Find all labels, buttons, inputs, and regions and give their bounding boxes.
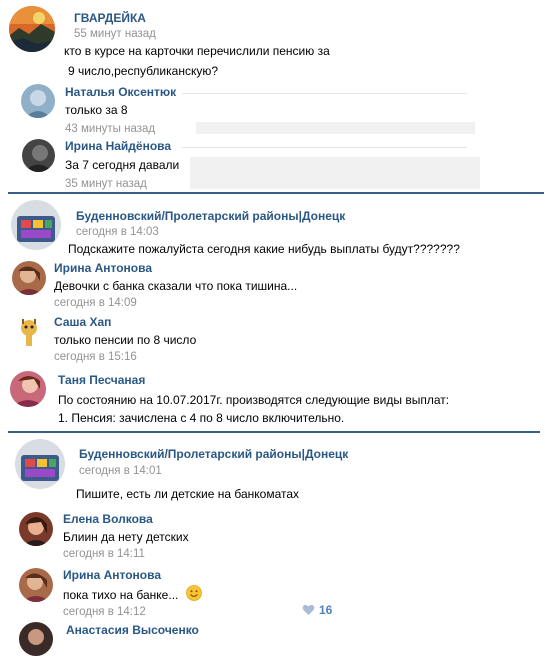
post-text: кто в курсе на карточки перечислили пенс… [64,44,330,58]
reply-time[interactable]: сегодня в 14:09 [54,297,137,309]
reply-time[interactable]: 35 минут назад [65,178,147,190]
reply-author[interactable]: Саша Хап [54,315,111,329]
avatar[interactable] [10,371,46,407]
avatar[interactable] [12,261,46,295]
avatar[interactable] [14,316,44,348]
post-time[interactable]: 55 минут назад [74,28,156,40]
reply-time[interactable]: сегодня в 14:12 [63,606,146,618]
reply-time[interactable]: 43 минуты назад [65,123,155,135]
reply-author[interactable]: Ирина Антонова [63,568,161,582]
reply-text: За 7 сегодня давали [65,158,180,172]
post-author[interactable]: Буденновский/Пролетарский районы|Донецк [76,209,345,223]
reply-author[interactable]: Ирина Антонова [54,261,152,275]
post-time[interactable]: сегодня в 14:01 [79,465,162,477]
post-text: Пишите, есть ли детские на банкоматах [76,487,300,501]
avatar-gvardeyka[interactable] [9,6,55,52]
avatar[interactable] [19,568,53,602]
background-patch [190,157,480,189]
reply-text: Девочки с банка сказали что пока тишина.… [54,279,298,293]
avatar[interactable] [22,139,55,172]
like-count: 16 [319,603,333,617]
post-text: 9 число,республиканскую? [68,64,218,78]
divider [182,93,467,94]
reply-text: По состоянию на 10.07.2017г. производятс… [58,393,450,407]
post-text: Подскажите пожалуйста сегодня какие нибу… [68,242,460,256]
post-separator [8,192,544,194]
avatar[interactable] [19,622,53,656]
reply-text: только пенсии по 8 число [54,333,197,347]
post-author[interactable]: Буденновский/Пролетарский районы|Донецк [79,447,348,461]
reply-time[interactable]: сегодня в 15:16 [54,351,137,363]
background-patch [196,122,475,134]
post-separator [8,431,540,433]
heart-icon [302,604,315,616]
reply-author[interactable]: Ирина Найдёнова [65,139,171,153]
avatar[interactable] [19,512,53,546]
reply-author[interactable]: Анастасия Высоченко [66,623,199,637]
reply-author[interactable]: Таня Песчаная [58,373,145,387]
reply-text: Блиин да нету детских [63,530,189,544]
reply-text: только за 8 [65,103,128,117]
smile-emoji-icon [186,585,202,601]
reply-author[interactable]: Наталья Оксентюк [65,85,176,99]
avatar[interactable] [21,84,55,118]
reply-time[interactable]: сегодня в 14:11 [63,548,145,560]
reply-text: 1. Пенсия: зачислена с 4 по 8 число вклю… [58,411,345,425]
avatar-group[interactable] [15,439,65,489]
like-button[interactable]: 16 [302,602,332,618]
reply-text: пока тихо на банке... [63,588,179,602]
divider [182,147,467,148]
post-time[interactable]: сегодня в 14:03 [76,226,159,238]
post-author[interactable]: ГВАРДЕЙКА [74,11,146,25]
avatar-group[interactable] [11,200,61,250]
reply-author[interactable]: Елена Волкова [63,512,153,526]
